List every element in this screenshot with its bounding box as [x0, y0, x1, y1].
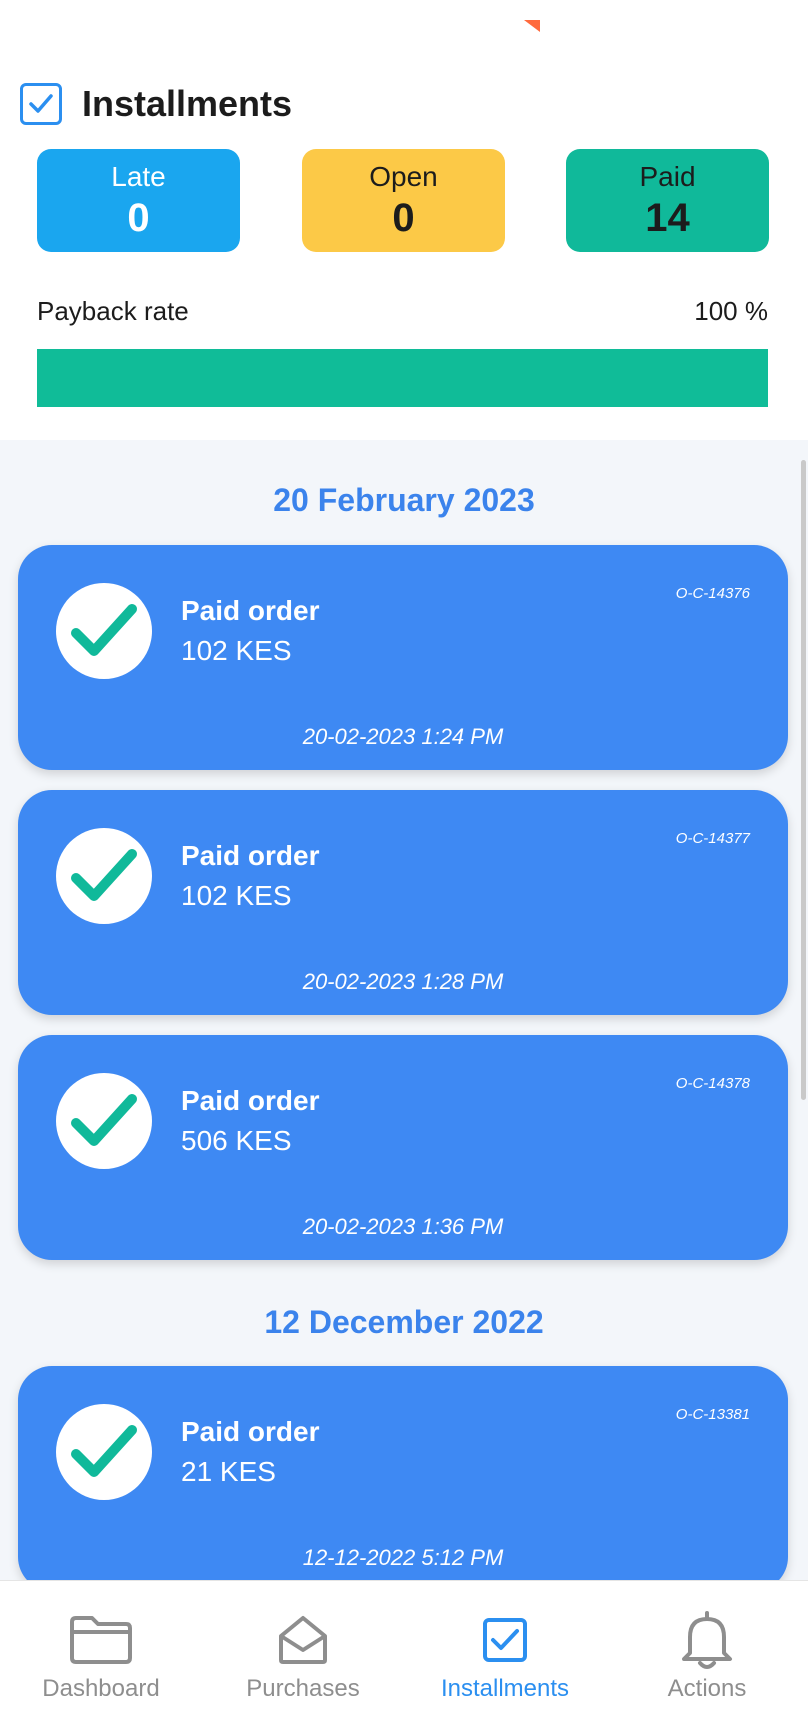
nav-item-actions[interactable]: Actions: [606, 1581, 808, 1710]
payback-rate-value: 100 %: [694, 296, 768, 326]
order-code: O-C-13381: [675, 1406, 750, 1423]
paid-count: 14: [645, 195, 690, 240]
nav-item-dashboard[interactable]: Dashboard: [0, 1581, 202, 1710]
late-label: Late: [111, 160, 166, 192]
order-code: O-C-14377: [675, 830, 750, 847]
order-title: Paid order: [181, 840, 320, 871]
payback-progress-bar: [37, 349, 768, 407]
order-title: Paid order: [181, 595, 320, 626]
payback-progress-fill: [37, 349, 768, 407]
order-amount: 506 KES: [181, 1125, 292, 1156]
folder-icon: [68, 1609, 134, 1671]
nav-label-actions: Actions: [667, 1675, 747, 1702]
installments-screen: Installments Late 0 Open 0 Paid 14 Payba…: [0, 0, 808, 1710]
paid-check-icon: [56, 583, 152, 679]
nav-label-dashboard: Dashboard: [42, 1675, 160, 1702]
nav-label-installments: Installments: [440, 1675, 570, 1702]
open-count: 0: [392, 195, 415, 240]
order-code: O-C-14378: [675, 1075, 750, 1092]
order-time: 20-02-2023 1:28 PM: [302, 969, 504, 994]
corner-marker: [524, 20, 540, 32]
order-time: 12-12-2022 5:12 PM: [302, 1545, 504, 1570]
envelope-open-icon: [275, 1609, 331, 1671]
late-stat-card[interactable]: Late 0: [37, 149, 240, 252]
order-card[interactable]: Paid order 21 KES O-C-13381 12-12-2022 5…: [18, 1366, 788, 1580]
late-count: 0: [127, 195, 150, 240]
nav-label-purchases: Purchases: [246, 1675, 360, 1702]
order-code: O-C-14376: [675, 585, 750, 602]
checkbox-icon: [482, 1609, 528, 1671]
payback-rate-label: Payback rate: [37, 296, 189, 326]
order-time: 20-02-2023 1:24 PM: [302, 724, 504, 749]
order-time: 20-02-2023 1:36 PM: [302, 1214, 504, 1239]
page-title: Installments: [82, 83, 293, 124]
bottom-navigation: Dashboard Purchases Installments Actions: [0, 1580, 808, 1710]
status-summary: Late 0 Open 0 Paid 14: [37, 149, 769, 252]
order-card[interactable]: Paid order 102 KES O-C-14376 20-02-2023 …: [18, 545, 788, 770]
scrollbar[interactable]: [801, 460, 806, 1100]
date-group-header: 12 December 2022: [264, 1304, 544, 1340]
open-stat-card[interactable]: Open 0: [302, 149, 505, 252]
date-group-header: 20 February 2023: [273, 482, 535, 518]
paid-check-icon: [56, 1073, 152, 1169]
open-label: Open: [369, 160, 438, 192]
order-card[interactable]: Paid order 102 KES O-C-14377 20-02-2023 …: [18, 790, 788, 1015]
paid-check-icon: [56, 828, 152, 924]
nav-item-installments[interactable]: Installments: [404, 1581, 606, 1710]
order-title: Paid order: [181, 1085, 320, 1116]
payback-rate-section: Payback rate 100 %: [37, 296, 768, 407]
checkbox-icon: [20, 83, 62, 125]
order-card[interactable]: Paid order 506 KES O-C-14378 20-02-2023 …: [18, 1035, 788, 1260]
paid-stat-card[interactable]: Paid 14: [566, 149, 769, 252]
order-amount: 21 KES: [181, 1456, 276, 1487]
paid-check-icon: [56, 1404, 152, 1500]
nav-item-purchases[interactable]: Purchases: [202, 1581, 404, 1710]
page-header: Installments: [20, 76, 292, 132]
installments-list[interactable]: 20 February 2023 Paid order 102 KES O-C-…: [0, 440, 808, 1580]
order-amount: 102 KES: [181, 880, 292, 911]
order-title: Paid order: [181, 1416, 320, 1447]
order-amount: 102 KES: [181, 635, 292, 666]
bell-icon: [680, 1609, 734, 1671]
paid-label: Paid: [639, 160, 696, 192]
